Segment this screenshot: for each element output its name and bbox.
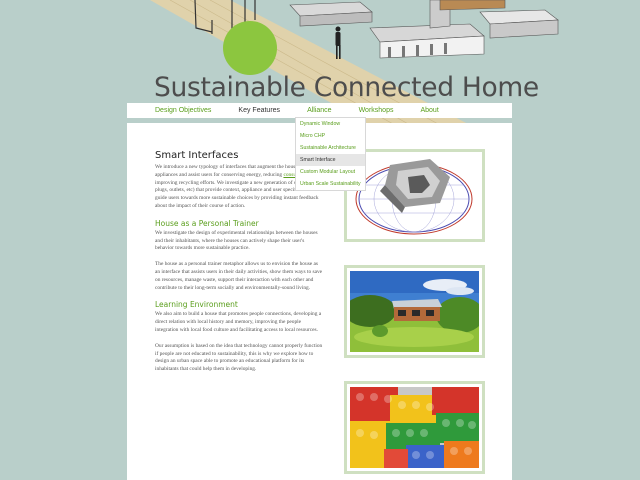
section-paragraph: We also aim to build a house that promot… [155,311,322,333]
dropdown-item-custom-modular-layout[interactable]: Custom Modular Layout [296,166,365,178]
nav-key-features[interactable]: Key Features [238,107,280,114]
nav-about[interactable]: About [420,107,438,114]
main-nav: Design Objectives Key Features Alliance … [127,103,512,118]
nav-design-objectives[interactable]: Design Objectives [155,107,211,114]
section-paragraph: The house as a personal trainer metaphor… [155,261,323,291]
section-paragraph: Our assumption is based on the idea that… [155,342,323,373]
dropdown-item-sustainable-architecture[interactable]: Sustainable Architecture [296,142,365,154]
dropdown-item-micro-chp[interactable]: Micro CHP [296,130,365,142]
dropdown-item-smart-interface[interactable]: Smart Interface [296,154,365,166]
house-landscape-image [344,265,485,358]
section-paragraph: We investigate the design of experimenta… [155,229,318,252]
site-title: Sustainable Connected Home [154,72,539,103]
workshops-dropdown-menu: Dynamic Window Micro CHP Sustainable Arc… [295,117,366,191]
dropdown-item-dynamic-window[interactable]: Dynamic Window [296,118,365,130]
lego-bricks-image [344,381,485,474]
section-heading-personal-trainer: House as a Personal Trainer [155,218,259,228]
nav-alliance[interactable]: Alliance [307,107,332,114]
section-heading-learning-environment: Learning Environment [155,300,238,310]
nav-workshops[interactable]: Workshops [359,107,394,114]
dropdown-item-urban-scale-sustainability[interactable]: Urban Scale Sustainability [296,178,365,190]
